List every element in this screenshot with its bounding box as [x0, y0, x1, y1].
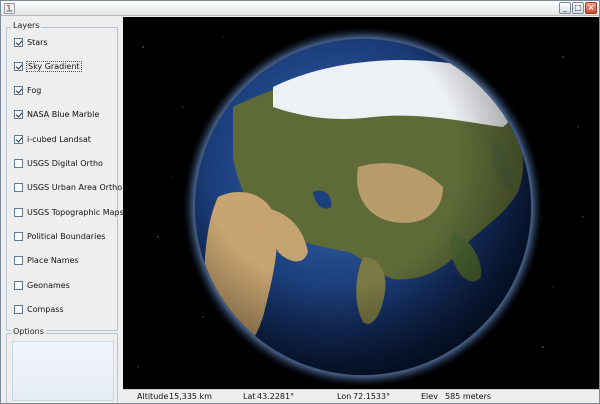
- layer-checkbox[interactable]: [14, 37, 23, 47]
- layer-label: Stars: [27, 37, 48, 47]
- minimize-icon: _: [563, 3, 567, 12]
- layer-label: i-cubed Landsat: [27, 134, 91, 144]
- lat-label: Lat: [243, 392, 256, 401]
- layer-label: Political Boundaries: [27, 231, 106, 241]
- options-group: Options: [6, 327, 118, 403]
- minimize-button[interactable]: _: [559, 2, 571, 14]
- layer-checkbox[interactable]: [14, 207, 23, 217]
- layer-label: Geonames: [27, 280, 70, 290]
- close-icon: ×: [587, 3, 595, 12]
- layer-label: USGS Digital Ortho: [27, 159, 103, 168]
- layer-row[interactable]: Fog: [14, 85, 41, 97]
- layer-label: NASA Blue Marble: [27, 110, 100, 120]
- layer-checkbox[interactable]: [14, 61, 23, 71]
- layer-row[interactable]: Compass: [14, 303, 64, 315]
- layer-row[interactable]: USGS Topographic Maps: [14, 206, 124, 218]
- layer-row[interactable]: Political Boundaries: [14, 230, 105, 242]
- layer-row[interactable]: USGS Digital Ortho: [14, 158, 103, 170]
- layer-checkbox[interactable]: [14, 256, 23, 266]
- app-window: _ □ × Layers Stars Sky Gradient Fog NASA Bl…: [0, 0, 600, 404]
- layer-label: USGS Urban Area Ortho: [27, 183, 123, 193]
- layer-checkbox[interactable]: [14, 231, 23, 241]
- elev-value: 585 meters: [445, 392, 492, 401]
- layer-checkbox[interactable]: [14, 280, 23, 290]
- layer-checkbox[interactable]: [14, 134, 23, 144]
- layer-label: Compass: [27, 304, 64, 314]
- maximize-icon: □: [574, 3, 582, 12]
- globe-canvas[interactable]: [123, 17, 599, 389]
- layer-row[interactable]: Geonames: [14, 279, 70, 291]
- lon-value: 72.1533°: [353, 392, 391, 401]
- layer-row[interactable]: Sky Gradient: [14, 60, 82, 72]
- layer-checkbox[interactable]: [14, 304, 23, 314]
- lon-label: Lon: [337, 392, 352, 401]
- layer-label: USGS Topographic Maps: [27, 207, 124, 217]
- lat-value: 43.2281°: [257, 392, 295, 401]
- layer-checkbox[interactable]: [14, 86, 23, 96]
- options-group-title: Options: [11, 327, 46, 336]
- layer-row[interactable]: USGS Urban Area Ortho: [14, 182, 122, 194]
- layer-checkbox[interactable]: [14, 110, 23, 120]
- altitude-label: Altitude: [137, 392, 169, 401]
- altitude-value: 15,335 km: [169, 392, 212, 401]
- layers-group: Layers Stars Sky Gradient Fog NASA Blue Mar…: [6, 21, 124, 331]
- left-panel: Layers Stars Sky Gradient Fog NASA Blue Mar…: [1, 17, 124, 403]
- title-bar[interactable]: _ □ ×: [1, 1, 599, 16]
- layer-row[interactable]: Place Names: [14, 255, 79, 267]
- layer-row[interactable]: i-cubed Landsat: [14, 133, 91, 145]
- status-bar: Altitude 15,335 km Lat 43.2281° Lon 72.1…: [123, 389, 599, 403]
- layers-group-title: Layers: [11, 21, 42, 30]
- java-app-icon: [4, 3, 15, 14]
- globe-view[interactable]: [123, 17, 599, 389]
- layer-label: Sky Gradient: [26, 60, 82, 72]
- close-button[interactable]: ×: [585, 2, 597, 14]
- layer-label: Fog: [27, 86, 42, 96]
- layer-label: Place Names: [27, 256, 79, 266]
- layer-checkbox[interactable]: [14, 183, 23, 193]
- layer-checkbox[interactable]: [14, 159, 23, 168]
- layer-row[interactable]: Stars: [14, 36, 48, 48]
- elev-label: Elev: [421, 392, 438, 401]
- options-content[interactable]: [12, 341, 114, 401]
- layer-row[interactable]: NASA Blue Marble: [14, 109, 99, 121]
- maximize-button[interactable]: □: [572, 2, 584, 14]
- globe-shading: [195, 39, 531, 375]
